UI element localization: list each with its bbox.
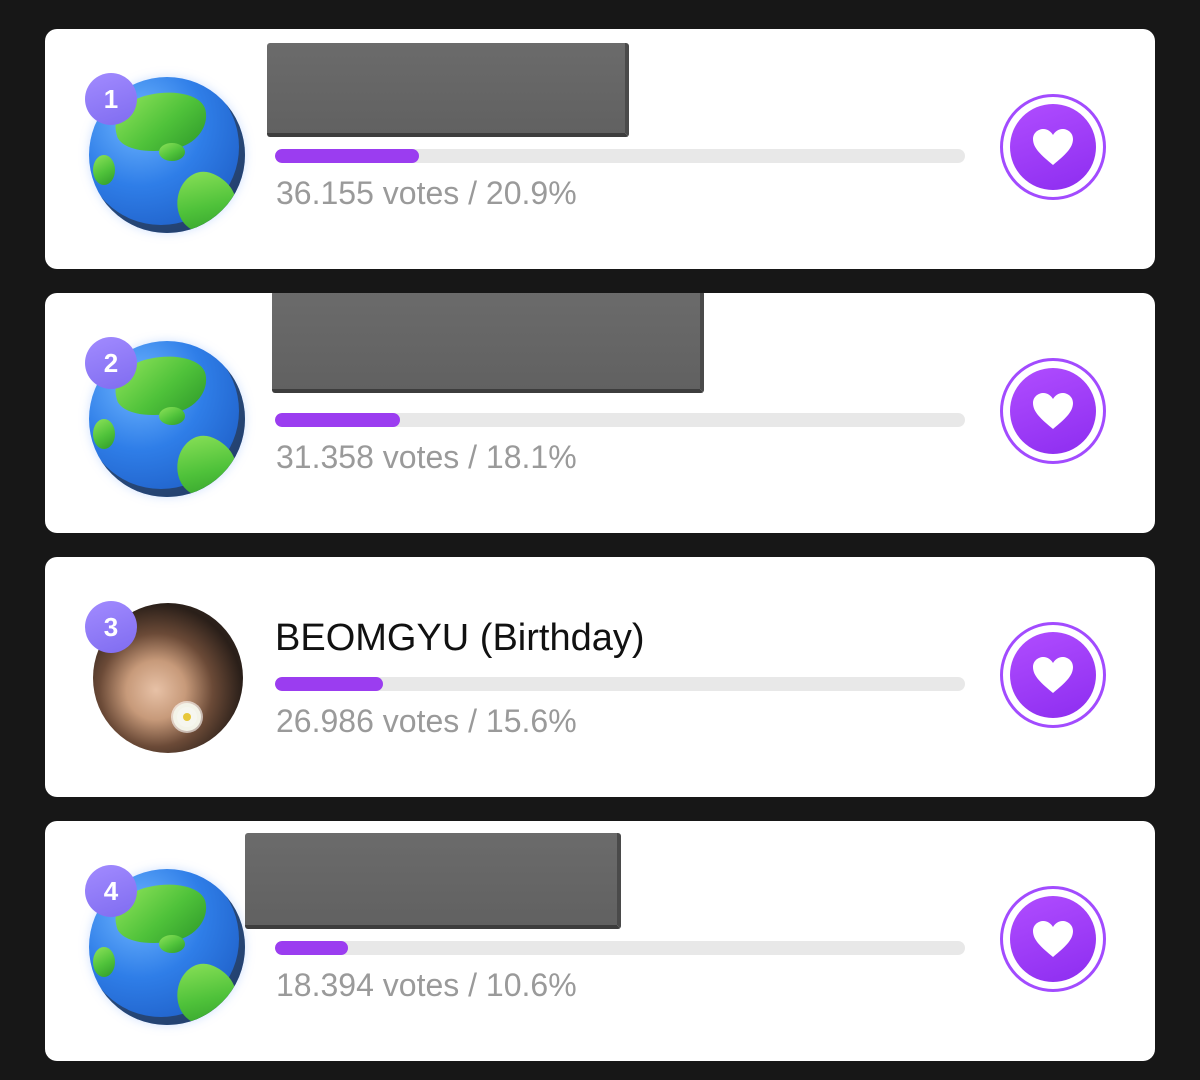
votes-text: 36.155 votes / 20.9%	[276, 175, 577, 211]
avatar: 3	[85, 601, 245, 761]
vote-button[interactable]	[1000, 886, 1106, 992]
ranking-card[interactable]: 2 31.358 votes / 18.1%	[45, 293, 1155, 533]
flower-icon	[177, 707, 197, 727]
heart-icon	[1033, 921, 1073, 957]
progress-fill	[275, 677, 383, 691]
rank-badge: 2	[85, 337, 137, 389]
ranking-card[interactable]: 1 36.155 votes / 20.9%	[45, 29, 1155, 269]
name-redaction	[245, 833, 621, 929]
votes-text: 26.986 votes / 15.6%	[276, 703, 577, 739]
name-redaction	[272, 293, 704, 393]
ranking-card[interactable]: 4 18.394 votes / 10.6%	[45, 821, 1155, 1061]
rank-badge: 1	[85, 73, 137, 125]
progress-fill	[275, 413, 400, 427]
progress-fill	[275, 149, 420, 163]
progress-bar	[275, 413, 965, 427]
rank-badge: 4	[85, 865, 137, 917]
entry-name: BEOMGYU (Birthday)	[275, 617, 645, 659]
name-redaction	[267, 43, 629, 137]
progress-fill	[275, 941, 349, 955]
ranking-card[interactable]: 3 BEOMGYU (Birthday) 26.986 votes / 15.6…	[45, 557, 1155, 797]
vote-button[interactable]	[1000, 94, 1106, 200]
votes-text: 18.394 votes / 10.6%	[276, 967, 577, 1003]
avatar: 1	[85, 73, 245, 233]
avatar: 2	[85, 337, 245, 497]
vote-button[interactable]	[1000, 622, 1106, 728]
heart-icon	[1033, 393, 1073, 429]
heart-icon	[1033, 129, 1073, 165]
progress-bar	[275, 941, 965, 955]
votes-text: 31.358 votes / 18.1%	[276, 439, 577, 475]
rank-badge: 3	[85, 601, 137, 653]
progress-bar	[275, 149, 965, 163]
heart-icon	[1033, 657, 1073, 693]
vote-button[interactable]	[1000, 358, 1106, 464]
progress-bar	[275, 677, 965, 691]
avatar: 4	[85, 865, 245, 1025]
